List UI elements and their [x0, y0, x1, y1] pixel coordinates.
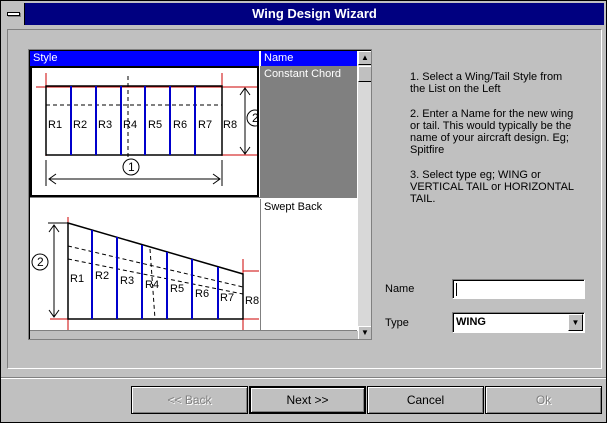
rib-label: R1	[70, 273, 85, 285]
name-label: Name	[385, 283, 415, 295]
instruction-step-2: 2. Enter a Name for the new wing or tail…	[410, 108, 574, 156]
constant-chord-diagram: R1 R2 R3 R4 R5 R6 R7 R8 1 2	[30, 66, 259, 197]
arrow-up-icon: ▲	[361, 53, 369, 62]
instruction-step-1: 1. Select a Wing/Tail Style from the Lis…	[410, 71, 563, 95]
rib-label: R2	[73, 119, 88, 131]
rib-label: R7	[198, 119, 213, 131]
list-footer	[30, 331, 358, 339]
rib-label: R3	[120, 275, 135, 287]
rib-label: R2	[95, 270, 110, 282]
system-menu-button[interactable]	[3, 3, 25, 25]
ok-button[interactable]: Ok	[485, 386, 602, 414]
name-input[interactable]	[452, 279, 585, 299]
divider-highlight	[1, 378, 606, 379]
rib-label: R5	[170, 283, 185, 295]
next-button-label: Next >>	[286, 393, 329, 407]
next-button[interactable]: Next >>	[249, 386, 366, 414]
type-select[interactable]: WING ▼	[452, 312, 585, 333]
cancel-button[interactable]: Cancel	[367, 386, 484, 414]
rib-label: R5	[148, 119, 163, 131]
dimension-marker: 2	[37, 255, 44, 269]
rib-label: R4	[145, 279, 160, 291]
instruction-step-3: 3. Select type eg; WING or VERTICAL TAIL…	[410, 169, 574, 205]
instructions: 1. Select a Wing/Tail Style from the Lis…	[410, 71, 580, 218]
window-title: Wing Design Wizard	[252, 6, 377, 21]
scroll-down-button[interactable]: ▼	[358, 326, 371, 339]
rib-label: R8	[245, 295, 260, 307]
rib-label: R8	[223, 119, 238, 131]
list-scrollbar[interactable]: ▲ ▼	[358, 51, 371, 339]
rib-label: R4	[123, 119, 138, 131]
type-select-value: WING	[456, 316, 486, 328]
back-button-label: << Back	[167, 393, 212, 407]
list-item-swept-back[interactable]: R1 R2 R3 R4 R5 R6 R7 R8 2 Swept Back	[30, 199, 357, 331]
rib-label: R1	[48, 119, 63, 131]
rib-label: R3	[98, 119, 113, 131]
rib-label: R7	[220, 292, 235, 304]
rib-label: R6	[195, 288, 210, 300]
swept-back-diagram: R1 R2 R3 R4 R5 R6 R7 R8 2	[30, 199, 259, 330]
list-item-constant-chord[interactable]: R1 R2 R3 R4 R5 R6 R7 R8 1 2 Constant Cho…	[30, 66, 357, 198]
scroll-thumb[interactable]	[358, 66, 371, 82]
arrow-down-icon: ▼	[361, 328, 369, 337]
list-item-name: Swept Back	[260, 199, 357, 330]
system-menu-icon	[7, 12, 20, 16]
ok-button-label: Ok	[535, 393, 552, 407]
dimension-marker: 1	[128, 160, 135, 174]
dropdown-button[interactable]: ▼	[568, 314, 583, 331]
chevron-down-icon: ▼	[571, 318, 580, 327]
scroll-up-button[interactable]: ▲	[358, 51, 371, 65]
column-header-style: Style	[30, 51, 259, 66]
type-label: Type	[385, 317, 409, 329]
rib-label: R6	[173, 119, 188, 131]
list-item-name: Constant Chord	[260, 66, 357, 197]
wing-style-list[interactable]: Style Name R1 R2 R3 R4 R5 R6 R7 R8 1 2 C…	[28, 49, 372, 340]
cancel-button-label: Cancel	[406, 393, 445, 407]
text-caret	[456, 283, 457, 296]
title-bar: Wing Design Wizard	[3, 3, 604, 25]
back-button[interactable]: << Back	[131, 386, 248, 414]
column-header-name: Name	[260, 51, 357, 66]
wizard-window: Wing Design Wizard Style Name R1 R2 R3 R…	[0, 0, 607, 423]
dimension-marker: 2	[252, 111, 259, 125]
